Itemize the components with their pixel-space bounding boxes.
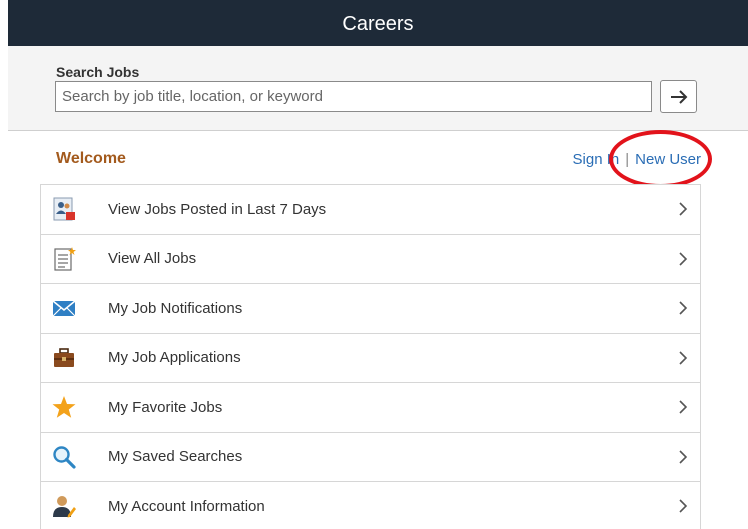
- page-title: Careers: [342, 13, 414, 35]
- app-header: Careers: [8, 0, 748, 46]
- briefcase-icon: [51, 345, 77, 371]
- chevron-right-icon: [679, 400, 688, 414]
- menu-item-saved-searches[interactable]: My Saved Searches: [41, 432, 700, 482]
- search-label: Search Jobs: [56, 64, 140, 80]
- welcome-heading: Welcome: [56, 150, 126, 167]
- chevron-right-icon: [679, 499, 688, 513]
- chevron-right-icon: [679, 202, 688, 216]
- chevron-right-icon: [679, 301, 688, 315]
- envelope-icon: [51, 295, 77, 321]
- menu-item-account-information[interactable]: My Account Information: [41, 482, 700, 529]
- chevron-right-icon: [679, 351, 688, 365]
- search-input[interactable]: [55, 81, 652, 112]
- user-edit-icon: [51, 493, 77, 519]
- menu-item-label: My Favorite Jobs: [108, 398, 223, 416]
- menu-item-recent-jobs[interactable]: View Jobs Posted in Last 7 Days: [41, 185, 700, 235]
- menu-item-label: My Job Notifications: [108, 299, 243, 317]
- arrow-right-icon: [670, 89, 687, 104]
- chevron-right-icon: [679, 450, 688, 464]
- menu-item-label: View All Jobs: [108, 250, 197, 268]
- search-panel: Search Jobs: [8, 46, 748, 131]
- magnifier-icon: [51, 444, 77, 470]
- document-list-icon: [51, 246, 77, 272]
- recent-jobs-icon: [51, 196, 77, 222]
- annotation-circle: [609, 130, 712, 188]
- menu-item-label: My Account Information: [108, 497, 265, 515]
- menu-item-label: View Jobs Posted in Last 7 Days: [108, 200, 327, 218]
- menu-item-label: My Saved Searches: [108, 448, 243, 466]
- chevron-right-icon: [679, 252, 688, 266]
- search-submit-button[interactable]: [660, 80, 697, 113]
- menu-item-all-jobs[interactable]: View All Jobs: [41, 234, 700, 284]
- menu-item-job-notifications[interactable]: My Job Notifications: [41, 284, 700, 334]
- menu-item-favorite-jobs[interactable]: My Favorite Jobs: [41, 383, 700, 433]
- menu-item-label: My Job Applications: [108, 349, 241, 367]
- star-icon: [51, 394, 77, 420]
- menu-list: View Jobs Posted in Last 7 Days View All…: [40, 184, 701, 529]
- menu-item-job-applications[interactable]: My Job Applications: [41, 333, 700, 383]
